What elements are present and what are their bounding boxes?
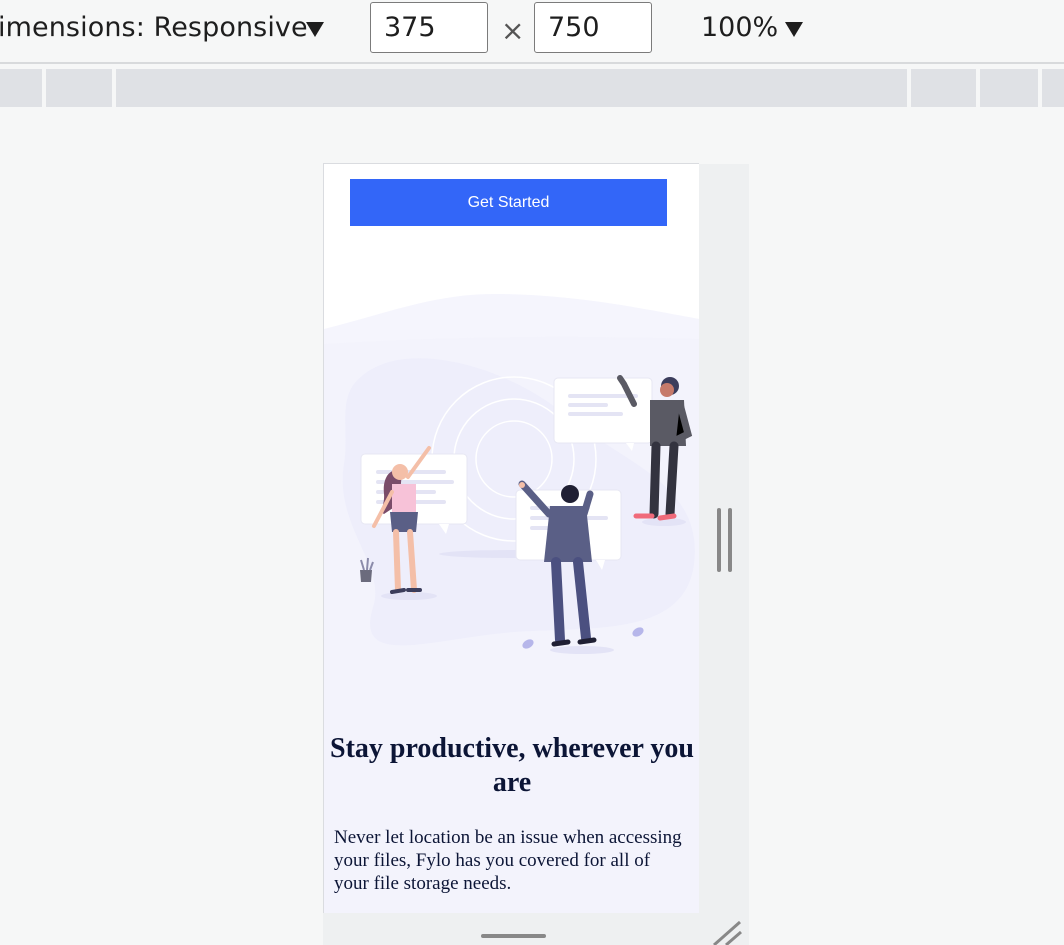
hero-illustration [342, 358, 695, 654]
resize-corner-icon[interactable] [710, 920, 742, 945]
zoom-dropdown[interactable]: 100% [701, 12, 778, 43]
emulated-viewport: Get Started Stay productive, wherever yo… [323, 163, 699, 913]
dimensions-dropdown[interactable]: imensions: Responsive [0, 12, 308, 43]
side-resize-handle[interactable] [728, 508, 732, 572]
media-query-divider [42, 69, 46, 107]
page-headline: Stay productive, wherever you are [330, 733, 694, 798]
device-toolbar: imensions: Responsive 375 × 750 100% [0, 0, 1064, 64]
page-description: Never let location be an issue when acce… [334, 827, 682, 894]
media-query-bar[interactable] [0, 69, 1064, 107]
times-symbol: × [501, 14, 525, 47]
media-query-divider [907, 69, 911, 107]
media-query-divider [1038, 69, 1042, 107]
get-started-button[interactable]: Get Started [350, 179, 667, 226]
height-input[interactable]: 750 [534, 2, 652, 53]
width-input[interactable]: 375 [370, 2, 488, 53]
caret-down-icon[interactable] [785, 22, 803, 37]
bottom-resize-gutter[interactable] [323, 913, 749, 945]
media-query-divider [112, 69, 116, 107]
side-resize-handle[interactable] [717, 508, 721, 572]
right-resize-gutter[interactable] [699, 164, 749, 945]
media-query-divider [976, 69, 980, 107]
bottom-resize-handle[interactable] [481, 934, 546, 938]
caret-down-icon[interactable] [306, 22, 324, 37]
